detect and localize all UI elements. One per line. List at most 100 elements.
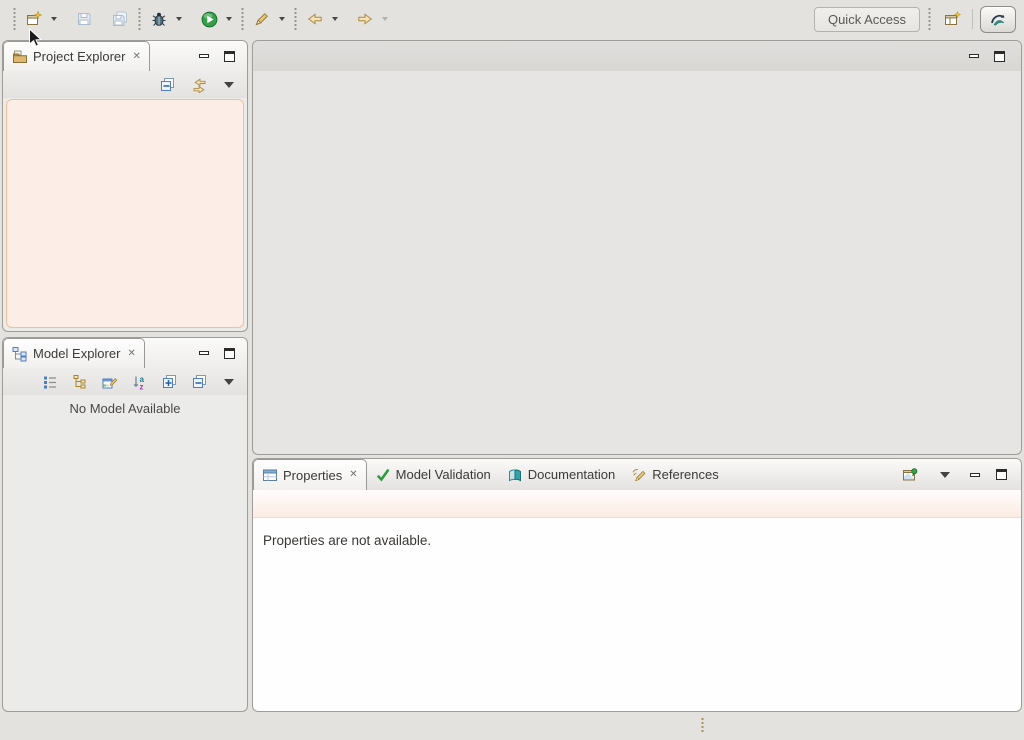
open-in-new-view-icon xyxy=(902,467,918,483)
capella-perspective-button[interactable] xyxy=(980,6,1016,33)
collapse-all-button[interactable] xyxy=(190,372,210,392)
new-wizard-icon xyxy=(26,11,42,27)
tab-references[interactable]: References xyxy=(623,459,726,490)
toolbar-grip[interactable] xyxy=(241,7,244,31)
debug-dropdown[interactable] xyxy=(172,6,186,32)
status-drag-handle[interactable] xyxy=(701,717,704,733)
tab-project-explorer[interactable]: Project Explorer ✕ xyxy=(3,41,150,71)
tab-documentation[interactable]: Documentation xyxy=(499,459,623,490)
toolbar-grip[interactable] xyxy=(294,7,297,31)
divider xyxy=(972,9,973,29)
green-check-icon xyxy=(375,467,391,483)
view-menu-button[interactable] xyxy=(220,372,238,392)
close-icon[interactable]: ✕ xyxy=(349,470,357,480)
svg-text:z: z xyxy=(140,382,144,390)
view-menu-button[interactable] xyxy=(220,75,238,95)
tab-label: Documentation xyxy=(528,467,615,482)
properties-header: Properties ✕ Model Validation Documentat… xyxy=(253,459,1021,490)
toolbar-grip[interactable] xyxy=(13,7,16,31)
collapse-all-icon xyxy=(192,374,208,390)
project-explorer-toolbar xyxy=(3,71,247,98)
model-explorer-view: Model Explorer ✕ xyxy=(2,337,248,712)
project-explorer-view: Project Explorer ✕ xyxy=(2,40,248,332)
save-all-button[interactable] xyxy=(107,6,133,32)
model-explorer-toolbar: a z xyxy=(3,368,247,395)
project-explorer-tree[interactable] xyxy=(6,99,244,328)
collapse-all-button[interactable] xyxy=(158,75,178,95)
maximize-button[interactable] xyxy=(996,469,1007,480)
tab-label: Project Explorer xyxy=(33,49,125,64)
close-icon[interactable]: ✕ xyxy=(132,52,140,62)
open-in-new-view-button[interactable] xyxy=(900,465,920,485)
new-wizard-dropdown[interactable] xyxy=(47,6,61,32)
save-icon xyxy=(76,11,92,27)
editor-tab-strip xyxy=(253,41,1021,71)
model-explorer-header: Model Explorer ✕ xyxy=(3,338,247,395)
tab-label: Model Explorer xyxy=(33,346,120,361)
collapse-all-icon xyxy=(160,77,176,93)
back-button[interactable] xyxy=(302,6,328,32)
capella-perspective-icon xyxy=(989,11,1007,27)
maximize-button[interactable] xyxy=(224,51,235,62)
table-edit-icon xyxy=(102,374,118,390)
save-button[interactable] xyxy=(71,6,97,32)
tab-model-explorer[interactable]: Model Explorer ✕ xyxy=(3,338,145,368)
pencil-search-icon xyxy=(631,467,647,483)
link-with-editor-button[interactable] xyxy=(188,75,210,95)
chevron-down-icon xyxy=(279,17,285,21)
editor-area xyxy=(252,40,1022,455)
chevron-down-icon xyxy=(51,17,57,21)
minimize-button[interactable] xyxy=(199,54,209,58)
open-perspective-button[interactable] xyxy=(939,6,965,32)
maximize-button[interactable] xyxy=(224,348,235,359)
forward-arrow-icon xyxy=(357,11,373,27)
debug-button[interactable] xyxy=(146,6,172,32)
properties-icon xyxy=(262,467,278,483)
model-explorer-empty-message: No Model Available xyxy=(3,395,247,416)
project-explorer-header: Project Explorer ✕ xyxy=(3,41,247,98)
toolbar-grip[interactable] xyxy=(928,7,931,31)
toolbar-grip[interactable] xyxy=(138,7,141,31)
forward-dropdown[interactable] xyxy=(378,6,392,32)
run-icon xyxy=(201,11,218,28)
tab-label: References xyxy=(652,467,718,482)
workbench-window: Quick Access xyxy=(0,0,1024,740)
tab-label: Properties xyxy=(283,468,342,483)
properties-view: Properties ✕ Model Validation Documentat… xyxy=(252,458,1022,712)
flat-list-icon xyxy=(42,374,58,390)
tree-hierarchy-button[interactable] xyxy=(70,372,90,392)
chevron-down-icon xyxy=(226,17,232,21)
brush-tool-button[interactable] xyxy=(249,6,275,32)
tab-model-validation[interactable]: Model Validation xyxy=(367,459,499,490)
brush-dropdown[interactable] xyxy=(275,6,289,32)
quick-access[interactable]: Quick Access xyxy=(814,7,920,32)
forward-button[interactable] xyxy=(352,6,378,32)
table-edit-button[interactable] xyxy=(100,372,120,392)
view-menu-icon xyxy=(940,472,950,478)
link-with-editor-icon xyxy=(191,77,208,93)
flat-list-button[interactable] xyxy=(40,372,60,392)
sort-alphabetic-button[interactable]: a z xyxy=(130,372,150,392)
minimize-button[interactable] xyxy=(969,54,979,58)
maximize-button[interactable] xyxy=(994,51,1005,62)
expand-all-button[interactable] xyxy=(160,372,180,392)
book-icon xyxy=(507,467,523,483)
run-button[interactable] xyxy=(196,6,222,32)
run-dropdown[interactable] xyxy=(222,6,236,32)
tab-label: Model Validation xyxy=(396,467,491,482)
back-dropdown[interactable] xyxy=(328,6,342,32)
chevron-down-icon xyxy=(332,17,338,21)
view-menu-button[interactable] xyxy=(936,465,954,485)
brush-icon xyxy=(254,11,270,27)
expand-all-icon xyxy=(162,374,178,390)
new-wizard-button[interactable] xyxy=(21,6,47,32)
back-arrow-icon xyxy=(307,11,323,27)
minimize-button[interactable] xyxy=(199,351,209,355)
tab-properties[interactable]: Properties ✕ xyxy=(253,459,367,490)
minimize-button[interactable] xyxy=(970,473,980,477)
tree-hierarchy-icon xyxy=(72,374,88,390)
close-icon[interactable]: ✕ xyxy=(127,349,135,359)
main-toolbar: Quick Access xyxy=(0,0,1024,38)
model-explorer-icon xyxy=(12,346,28,362)
save-all-icon xyxy=(112,11,128,27)
